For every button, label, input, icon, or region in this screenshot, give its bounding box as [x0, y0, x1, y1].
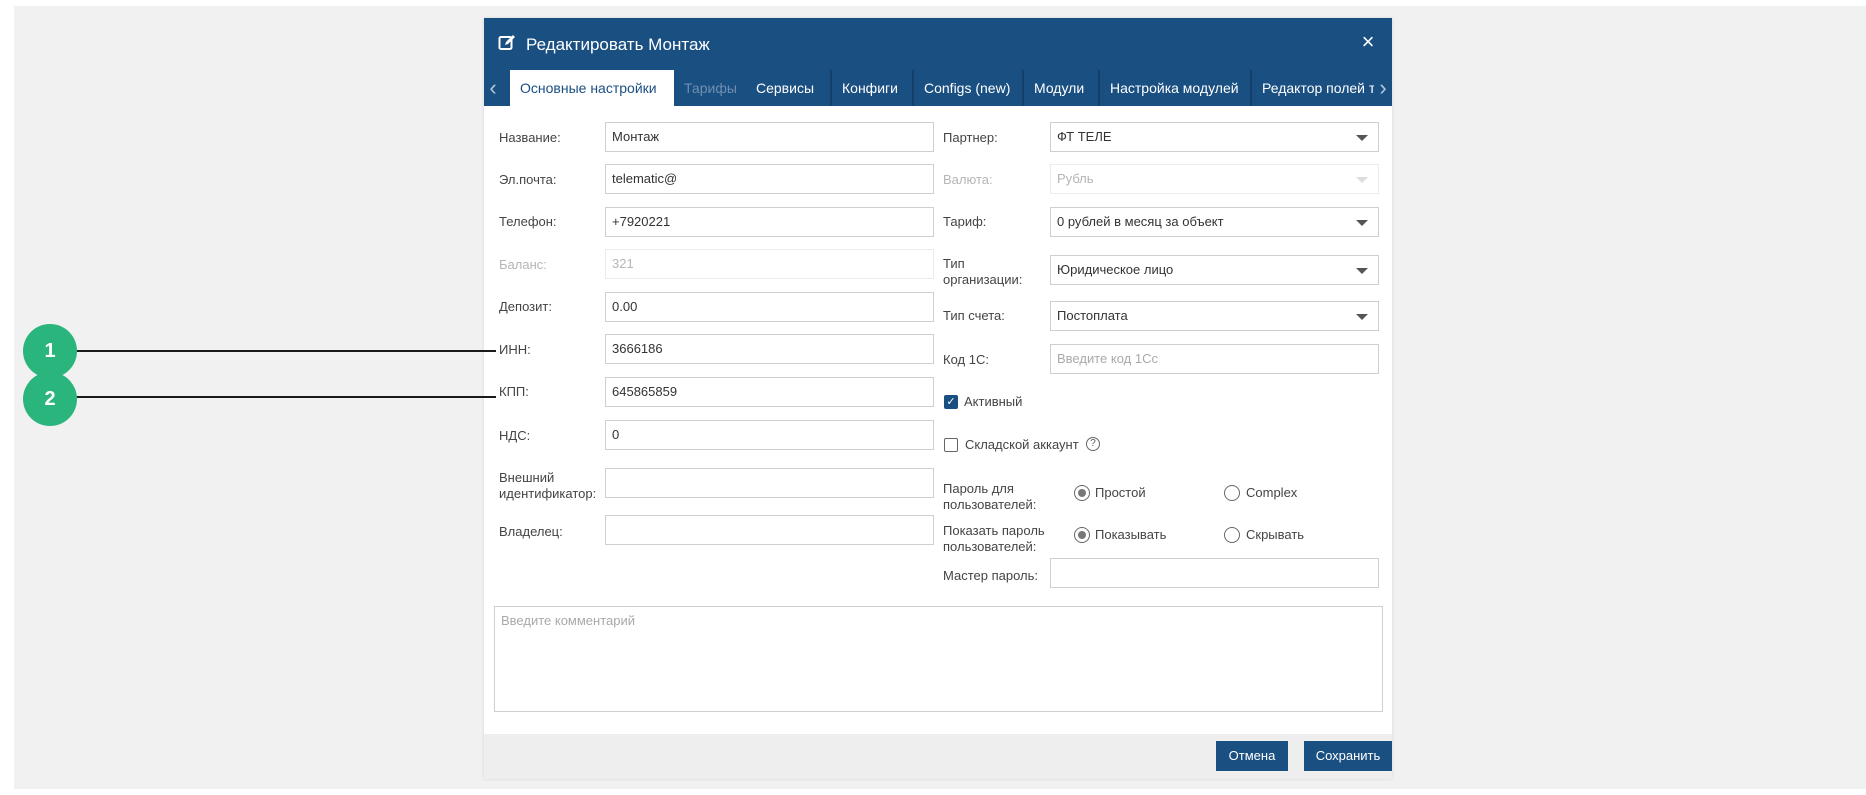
account-type-label: Тип счета:: [943, 308, 1005, 323]
partner-select[interactable]: ФТ ТЕЛЕ: [1050, 122, 1379, 152]
master-password-input[interactable]: [1050, 558, 1379, 588]
tab-services[interactable]: Сервисы: [746, 70, 830, 106]
phone-input[interactable]: +7920221: [605, 207, 934, 237]
password-complex-radio[interactable]: [1224, 485, 1240, 501]
currency-select-value: Рубль: [1057, 171, 1094, 186]
name-input[interactable]: Монтаж: [605, 122, 934, 152]
chevron-down-icon: [1356, 135, 1368, 141]
tariff-select-value: 0 рублей в месяц за объект: [1057, 214, 1224, 229]
tab-module-settings[interactable]: Настройка модулей: [1100, 70, 1250, 106]
password-simple-label: Простой: [1095, 485, 1146, 500]
dialog-title-text: Редактировать Монтаж: [526, 35, 710, 54]
owner-input[interactable]: [605, 515, 934, 545]
hide-password-option-label: Скрывать: [1246, 527, 1305, 542]
callout-1-line: [76, 350, 496, 352]
account-type-select-value: Постоплата: [1057, 308, 1128, 323]
save-button[interactable]: Сохранить: [1304, 741, 1392, 771]
master-password-label: Мастер пароль:: [943, 568, 1038, 583]
dialog-footer: Отмена Сохранить: [484, 734, 1392, 779]
cancel-button[interactable]: Отмена: [1216, 741, 1288, 771]
vat-input[interactable]: 0: [605, 420, 934, 450]
dialog-header: Редактировать Монтаж × ‹ Основные настро…: [484, 18, 1392, 106]
chevron-down-icon: [1356, 268, 1368, 274]
vat-label: НДС:: [499, 428, 531, 443]
inn-label: ИНН:: [499, 342, 531, 357]
kpp-input[interactable]: 645865859: [605, 377, 934, 407]
edit-icon: [498, 34, 516, 57]
password-simple-radio[interactable]: [1074, 485, 1090, 501]
tariff-select[interactable]: 0 рублей в месяц за объект: [1050, 207, 1379, 237]
chevron-down-icon: [1356, 220, 1368, 226]
account-type-select[interactable]: Постоплата: [1050, 301, 1379, 331]
external-id-input[interactable]: [605, 468, 934, 498]
password-type-label: Пароль для пользователей:: [943, 481, 1037, 512]
active-checkbox[interactable]: ✓: [944, 395, 958, 409]
active-label: Активный: [964, 394, 1023, 409]
dialog-title: Редактировать Монтаж: [498, 30, 710, 60]
callout-2-line: [76, 396, 496, 398]
code-1c-label: Код 1С:: [943, 352, 989, 367]
tab-modules[interactable]: Модули: [1024, 70, 1098, 106]
tariff-label: Тариф:: [943, 214, 987, 229]
help-icon[interactable]: ?: [1086, 437, 1100, 451]
edit-dialog: Редактировать Монтаж × ‹ Основные настро…: [484, 18, 1392, 779]
chevron-down-icon: [1356, 314, 1368, 320]
chevron-down-icon: [1356, 177, 1368, 183]
tab-tariffs[interactable]: Тарифы: [674, 70, 746, 106]
external-id-label: Внешний идентификатор:: [499, 470, 597, 501]
name-label: Название:: [499, 130, 561, 145]
tabs-scroll-right-icon[interactable]: ›: [1374, 70, 1392, 106]
warehouse-checkbox[interactable]: [944, 438, 958, 452]
org-type-label: Тип организации:: [943, 256, 1023, 287]
deposit-label: Депозит:: [499, 299, 552, 314]
callout-1-badge: 1: [23, 324, 77, 378]
tab-field-editor[interactable]: Редактор полей тр: [1252, 70, 1374, 106]
tabs-scroll-left-icon[interactable]: ‹: [484, 70, 502, 106]
tab-bar: ‹ Основные настройки Тарифы Сервисы Конф…: [484, 70, 1392, 106]
currency-select: Рубль: [1050, 164, 1379, 194]
currency-label: Валюта:: [943, 172, 993, 187]
balance-label: Баланс:: [499, 257, 547, 272]
balance-input: 321: [605, 249, 934, 279]
phone-label: Телефон:: [499, 214, 557, 229]
org-type-select[interactable]: Юридическое лицо: [1050, 255, 1379, 285]
tab-main-settings[interactable]: Основные настройки: [510, 70, 674, 106]
show-password-label: Показать пароль пользователей:: [943, 523, 1045, 554]
callout-2-badge: 2: [23, 372, 77, 426]
org-type-select-value: Юридическое лицо: [1057, 262, 1174, 277]
tab-configs[interactable]: Конфиги: [832, 70, 912, 106]
kpp-label: КПП:: [499, 384, 529, 399]
hide-password-radio[interactable]: [1224, 527, 1240, 543]
show-password-radio[interactable]: [1074, 527, 1090, 543]
partner-select-value: ФТ ТЕЛЕ: [1057, 129, 1112, 144]
owner-label: Владелец:: [499, 524, 563, 539]
comment-textarea[interactable]: Введите комментарий: [494, 606, 1383, 712]
deposit-input[interactable]: 0.00: [605, 292, 934, 322]
tab-configs-new[interactable]: Configs (new): [914, 70, 1022, 106]
close-icon[interactable]: ×: [1354, 28, 1382, 56]
email-input[interactable]: telematic@: [605, 164, 934, 194]
email-label: Эл.почта:: [499, 172, 557, 187]
warehouse-label: Складской аккаунт: [965, 437, 1079, 452]
password-complex-label: Complex: [1246, 485, 1298, 500]
partner-label: Партнер:: [943, 130, 998, 145]
code-1c-input[interactable]: Введите код 1Сс: [1050, 344, 1379, 374]
inn-input[interactable]: 3666186: [605, 334, 934, 364]
show-password-option-label: Показывать: [1095, 527, 1167, 542]
